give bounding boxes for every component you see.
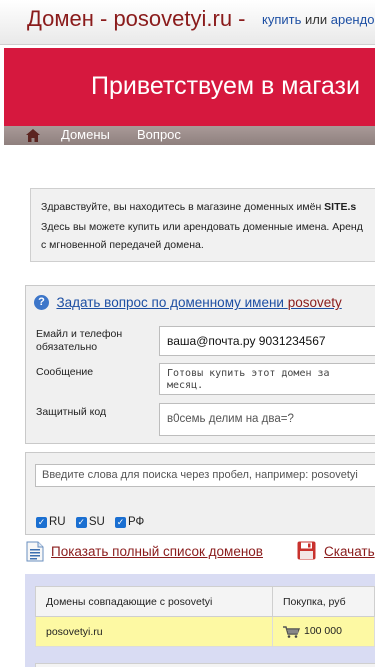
- document-list-icon: [26, 541, 44, 562]
- zone-ru-checkbox[interactable]: ✓ RU: [36, 516, 66, 528]
- domain-cell[interactable]: posovetyi.ru: [35, 616, 273, 647]
- captcha-label: Защитный код: [36, 406, 107, 418]
- nav-item-domains[interactable]: Домены: [61, 127, 110, 142]
- welcome-line-3: с мгновенной передачей домена.: [41, 239, 204, 251]
- welcome-notice: Здравствуйте, вы находитесь в магазине д…: [30, 188, 375, 262]
- table-row[interactable]: posovetyi.ru 100 000: [35, 616, 375, 647]
- column-header-domains: Домены совпадающие с posovetyi: [35, 586, 273, 617]
- site-header: Домен - posovetyi.ru - купить или арендо: [0, 0, 375, 45]
- email-phone-field[interactable]: ваша@почта.ру 9031234567: [159, 326, 375, 356]
- price-cell[interactable]: 100 000: [272, 616, 375, 647]
- welcome-line-2: Здесь вы можете купить или арендовать до…: [41, 221, 363, 233]
- tagline-rent-link[interactable]: арендо: [331, 12, 375, 27]
- next-row-edge: [35, 663, 375, 667]
- domain-search: Введите слова для поиска через пробел, н…: [25, 452, 375, 535]
- captcha-input[interactable]: в0семь делим на два=?: [159, 403, 375, 436]
- store-name: SITE.s: [324, 201, 357, 213]
- column-header-price: Покупка, руб: [272, 586, 375, 617]
- tagline-buy-link[interactable]: купить: [262, 12, 301, 27]
- checkbox-checked-icon: ✓: [75, 516, 87, 528]
- download-link[interactable]: Скачать: [324, 544, 375, 559]
- action-links: Показать полный список доменов Скачать: [25, 540, 375, 564]
- message-label: Сообщение: [36, 366, 94, 378]
- results-panel: Домены совпадающие с posovetyi Покупка, …: [25, 574, 375, 667]
- email-phone-label: Емайл и телефон обязательно: [36, 328, 123, 353]
- ask-question-link[interactable]: Задать вопрос по доменному имени posovet…: [56, 295, 341, 310]
- hero-title: Приветствуем в магази: [91, 72, 360, 100]
- question-form-heading: ? Задать вопрос по доменному имени posov…: [34, 294, 342, 312]
- message-textarea[interactable]: Готовы купить этот домен за месяц.: [159, 363, 375, 395]
- floppy-disk-icon: [297, 541, 316, 560]
- hero-banner: Приветствуем в магази: [4, 48, 375, 126]
- price-value: 100 000: [304, 625, 342, 638]
- nav-item-question[interactable]: Вопрос: [137, 127, 181, 142]
- zone-checkboxes: ✓ RU ✓ SU ✓ РФ: [36, 516, 151, 528]
- checkbox-checked-icon: ✓: [115, 516, 127, 528]
- table-header-row: Домены совпадающие с posovetyi Покупка, …: [35, 586, 375, 617]
- show-full-list-link[interactable]: Показать полный список доменов: [51, 544, 263, 559]
- cart-icon: [283, 625, 300, 638]
- site-title[interactable]: Домен - posovetyi.ru -: [27, 6, 246, 32]
- question-form: ? Задать вопрос по доменному имени posov…: [25, 285, 375, 444]
- home-icon[interactable]: [26, 129, 40, 142]
- nav-bar: Домены Вопрос: [4, 126, 375, 145]
- welcome-line-1: Здравствуйте, вы находитесь в магазине д…: [41, 201, 357, 213]
- search-input[interactable]: Введите слова для поиска через пробел, н…: [35, 464, 375, 487]
- zone-su-checkbox[interactable]: ✓ SU: [75, 516, 105, 528]
- tagline-or: или: [305, 12, 328, 27]
- results-table: Домены совпадающие с posovetyi Покупка, …: [35, 586, 375, 647]
- site-tagline: купить или арендо: [262, 12, 374, 27]
- help-icon: ?: [34, 295, 49, 311]
- checkbox-checked-icon: ✓: [36, 516, 47, 528]
- zone-rf-checkbox[interactable]: ✓ РФ: [115, 516, 144, 528]
